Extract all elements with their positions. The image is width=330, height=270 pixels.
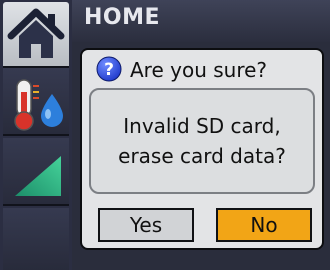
message-line: Invalid SD card,	[123, 114, 281, 138]
dialog-header: ? Are you sure?	[82, 50, 322, 90]
yes-button[interactable]: Yes	[98, 208, 194, 242]
svg-text:?: ?	[104, 60, 114, 80]
home-icon	[7, 8, 65, 58]
help-icon: ?	[96, 56, 122, 82]
no-button[interactable]: No	[216, 208, 312, 242]
sidebar	[0, 0, 72, 270]
sidebar-tab-ramp[interactable]	[3, 138, 69, 206]
message-line: erase card data?	[118, 144, 286, 168]
confirm-dialog: ? Are you sure? Invalid SD card, erase c…	[80, 48, 324, 250]
page-title: HOME	[84, 5, 161, 30]
thermometer-humidity-icon	[14, 79, 63, 131]
header-bar: HOME	[72, 0, 330, 42]
ramp-icon	[15, 156, 61, 196]
sidebar-tab-empty[interactable]	[3, 208, 69, 270]
dialog-title: Are you sure?	[130, 58, 268, 82]
sidebar-tab-climate[interactable]	[3, 68, 69, 136]
sidebar-tab-home[interactable]	[3, 2, 69, 68]
dialog-message: Invalid SD card, erase card data?	[89, 88, 315, 194]
